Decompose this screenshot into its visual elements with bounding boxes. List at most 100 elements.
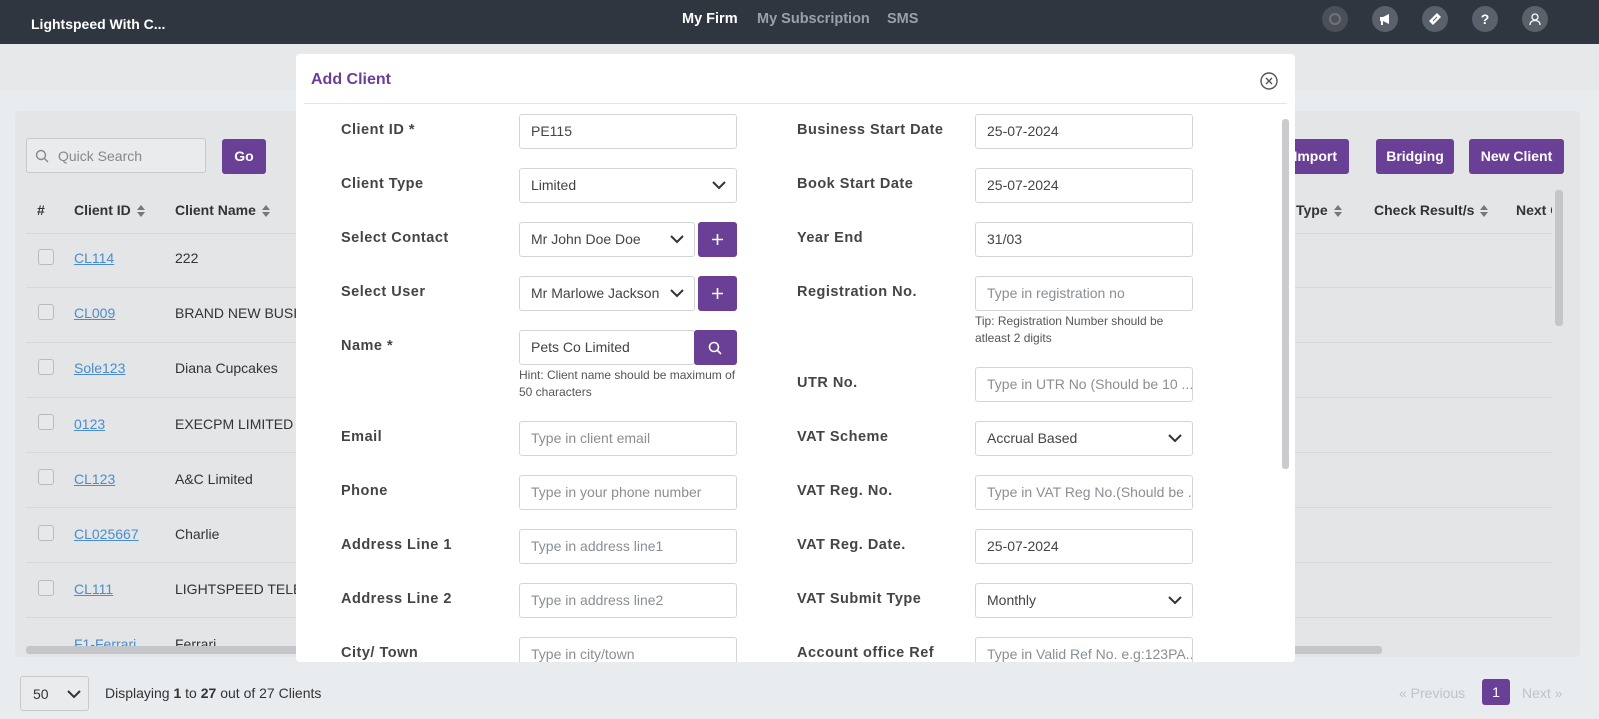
email-field[interactable]: Type in client email [519,421,737,456]
row-checkbox[interactable] [38,469,54,485]
client-id-link[interactable]: 0123 [74,416,105,432]
address-line1-label: Address Line 1 [341,537,452,553]
city-field[interactable]: Type in city/town [519,637,737,662]
user-icon[interactable] [1522,6,1548,32]
vat-reg-no-field[interactable]: Type in VAT Reg No.(Should be ... [975,475,1193,510]
year-end-label: Year End [797,230,864,246]
nav-my-subscription[interactable]: My Subscription [757,11,870,27]
client-type-select[interactable]: Limited [519,168,737,203]
page-size-value: 50 [33,686,49,702]
client-name: BRAND NEW BUSIN [175,305,308,321]
phone-label: Phone [341,483,388,499]
vat-scheme-label: VAT Scheme [797,429,889,445]
nav-sms[interactable]: SMS [887,11,918,27]
plus-icon [712,234,723,245]
business-start-date-field[interactable]: 25-07-2024 [975,114,1193,149]
add-user-button[interactable] [698,276,737,311]
page-size-select[interactable]: 50 [20,676,89,711]
search-icon [35,149,49,163]
row-checkbox[interactable] [38,580,54,596]
megaphone-icon[interactable] [1372,6,1398,32]
phone-field[interactable]: Type in your phone number [519,475,737,510]
go-button[interactable]: Go [222,139,266,174]
book-start-date-field[interactable]: 25-07-2024 [975,168,1193,203]
client-id-link[interactable]: Sole123 [74,360,125,376]
display-count: Displaying 1 to 27 out of 27 Clients [105,685,322,701]
table-vertical-scrollbar[interactable] [1555,190,1563,326]
vat-reg-date-label: VAT Reg. Date. [797,537,906,553]
add-contact-button[interactable] [698,222,737,257]
select-contact-label: Select Contact [341,230,449,246]
email-label: Email [341,429,383,445]
chevron-down-icon [67,690,81,699]
client-id-link[interactable]: CL009 [74,305,115,321]
help-icon[interactable]: ? [1472,6,1498,32]
col-header-client-id[interactable]: Client ID [74,202,145,218]
search-placeholder: Quick Search [58,148,143,164]
google-icon[interactable] [1322,6,1348,32]
bridging-button[interactable]: Bridging [1376,139,1454,174]
pagination-previous[interactable]: « Previous [1399,685,1465,701]
client-id-link[interactable]: CL114 [74,250,114,266]
client-id-link[interactable]: CL123 [74,471,115,487]
pagination-current-page[interactable]: 1 [1482,679,1510,705]
ticket-icon[interactable] [1422,6,1448,32]
address-line2-field[interactable]: Type in address line2 [519,583,737,618]
account-office-ref-label: Account office Ref [797,645,935,661]
plus-icon [712,288,723,299]
nav-my-firm[interactable]: My Firm [682,11,738,27]
utr-no-label: UTR No. [797,375,858,391]
utr-no-field[interactable]: Type in UTR No (Should be 10 ... [975,367,1193,402]
name-search-button[interactable] [694,330,737,365]
client-id-field[interactable]: PE115 [519,114,737,149]
brand-name[interactable]: Lightspeed With C... [31,16,165,32]
chevron-down-icon [1168,434,1182,443]
registration-no-field[interactable]: Type in registration no [975,276,1193,311]
col-header-check-results[interactable]: Check Result/s [1374,202,1489,218]
sort-icon [136,205,145,217]
client-id-label: Client ID * [341,122,415,138]
search-icon [708,341,722,355]
account-office-ref-field[interactable]: Type in Valid Ref No. e.g:123PA... [975,637,1193,662]
year-end-field[interactable]: 31/03 [975,222,1193,257]
business-start-date-label: Business Start Date [797,122,944,138]
select-user-select[interactable]: Mr Marlowe Jackson [519,276,695,311]
row-checkbox[interactable] [38,414,54,430]
vat-reg-date-field[interactable]: 25-07-2024 [975,529,1193,564]
chevron-down-icon [670,289,684,298]
chevron-down-icon [712,181,726,190]
client-name: LIGHTSPEED TELEC [175,581,313,597]
row-checkbox[interactable] [38,525,54,541]
client-name: Charlie [175,526,220,542]
quick-search-input[interactable]: Quick Search [26,138,206,173]
sort-icon [261,205,270,217]
vat-submit-type-label: VAT Submit Type [797,591,922,607]
modal-scrollbar[interactable] [1282,119,1289,469]
client-name: Diana Cupcakes [175,360,278,376]
address-line2-label: Address Line 2 [341,591,452,607]
modal-divider [304,103,1287,104]
address-line1-field[interactable]: Type in address line1 [519,529,737,564]
row-checkbox[interactable] [38,359,54,375]
row-checkbox[interactable] [38,249,54,265]
new-client-button[interactable]: New Client [1469,139,1564,174]
client-id-link[interactable]: F1-Ferrari [74,636,136,646]
row-checkbox[interactable] [38,304,54,320]
name-label: Name * [341,338,394,354]
select-contact-select[interactable]: Mr John Doe Doe [519,222,695,257]
pagination-next[interactable]: Next » [1522,685,1562,701]
col-header-type[interactable]: Type [1296,202,1342,218]
close-icon[interactable] [1259,71,1279,91]
vat-submit-type-select[interactable]: Monthly [975,583,1193,618]
col-header-next[interactable]: Next C [1516,202,1552,218]
client-name-field[interactable]: Pets Co Limited [519,330,695,365]
select-user-label: Select User [341,284,426,300]
name-hint: Hint: Client name should be maximum of 5… [519,368,736,399]
client-name: A&C Limited [175,471,253,487]
registration-no-tip: Tip: Registration Number should be atlea… [975,314,1164,345]
client-id-link[interactable]: CL025667 [74,526,139,542]
vat-scheme-select[interactable]: Accrual Based [975,421,1193,456]
col-header-client-name[interactable]: Client Name [175,202,270,218]
registration-no-label: Registration No. [797,284,917,300]
client-id-link[interactable]: CL111 [74,581,113,597]
